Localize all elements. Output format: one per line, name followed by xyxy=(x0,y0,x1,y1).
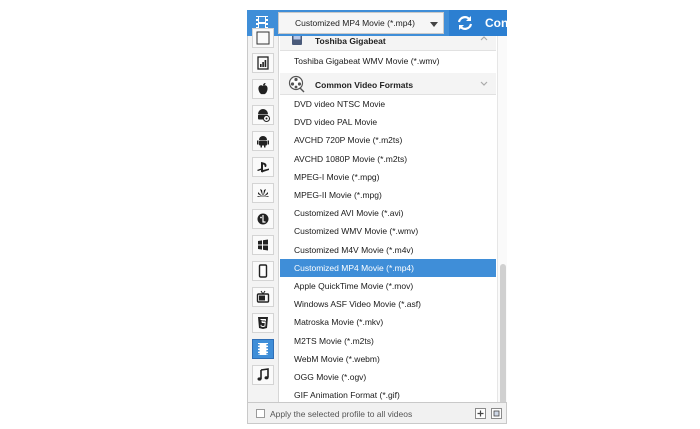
chart-icon[interactable] xyxy=(252,53,274,73)
top-bar: Customized MP4 Movie (*.mp4) Conv xyxy=(247,10,507,36)
apply-all-checkbox[interactable] xyxy=(256,409,265,418)
profile-item[interactable]: WebM Movie (*.webm) xyxy=(280,350,496,368)
profile-item-label: Toshiba Gigabeat WMV Movie (*.wmv) xyxy=(294,56,440,66)
chevron-up-icon xyxy=(480,36,488,41)
device-sidebar xyxy=(248,28,279,407)
scrollbar-thumb[interactable] xyxy=(500,264,506,406)
profile-item-label: GIF Animation Format (*.gif) xyxy=(294,390,400,401)
profile-item-label: Windows ASF Video Movie (*.asf) xyxy=(294,299,421,310)
profile-item-label: Customized M4V Movie (*.m4v) xyxy=(294,244,414,255)
footer-bar: Apply the selected profile to all videos xyxy=(247,402,507,424)
profile-item[interactable]: Customized AVI Movie (*.avi) xyxy=(280,204,496,222)
edit-profile-icon[interactable] xyxy=(491,408,502,419)
profile-panel: Customized MP4 Movie (*.mp4) Conv xyxy=(247,10,507,424)
profile-item-label: Customized MP4 Movie (*.mp4) xyxy=(294,262,414,273)
profile-item[interactable]: Customized M4V Movie (*.m4v) xyxy=(280,241,496,259)
profile-item[interactable]: MPEG-I Movie (*.mpg) xyxy=(280,168,496,186)
profile-item[interactable]: Apple QuickTime Movie (*.mov) xyxy=(280,277,496,295)
profile-item[interactable]: AVCHD 720P Movie (*.m2ts) xyxy=(280,131,496,149)
group-label: Toshiba Gigabeat xyxy=(315,36,386,46)
lg-icon[interactable] xyxy=(252,209,274,229)
selected-profile-text: Customized MP4 Movie (*.mp4) xyxy=(295,18,415,28)
profile-item[interactable]: DVD video PAL Movie xyxy=(280,113,496,131)
android-icon[interactable] xyxy=(252,131,274,151)
profile-item[interactable]: DVD video NTSC Movie xyxy=(280,95,496,113)
windows-icon[interactable] xyxy=(252,235,274,255)
profile-item-label: Matroska Movie (*.mkv) xyxy=(294,317,384,328)
profile-item-label: Apple QuickTime Movie (*.mov) xyxy=(294,281,414,291)
profile-item[interactable]: M2TS Movie (*.m2ts) xyxy=(280,332,496,350)
chevron-down-icon xyxy=(480,81,488,86)
scrollbar[interactable] xyxy=(497,36,507,407)
profile-item-label: AVCHD 720P Movie (*.m2ts) xyxy=(294,135,403,146)
video-icon[interactable] xyxy=(252,339,274,359)
dropdown-arrow-icon xyxy=(430,22,438,27)
html5-icon[interactable] xyxy=(252,313,274,333)
profile-item-label: MPEG-II Movie (*.mpg) xyxy=(294,190,382,200)
group-header-common-video[interactable]: Common Video Formats xyxy=(280,73,496,95)
add-profile-icon[interactable] xyxy=(475,408,486,419)
profile-item-label: Customized WMV Movie (*.wmv) xyxy=(294,226,419,237)
convert-label: Conv xyxy=(485,16,507,30)
profile-item-label: Customized AVI Movie (*.avi) xyxy=(294,208,404,219)
profile-dropdown[interactable]: Customized MP4 Movie (*.mp4) xyxy=(278,12,444,34)
music-icon[interactable] xyxy=(252,365,274,385)
profile-item[interactable]: Windows ASF Video Movie (*.asf) xyxy=(280,295,496,313)
profile-item-label: M2TS Movie (*.m2ts) xyxy=(294,335,374,346)
profile-item[interactable]: AVCHD 1080P Movie (*.m2ts) xyxy=(280,150,496,168)
profile-item-label: DVD video NTSC Movie xyxy=(294,99,386,109)
profile-body: Toshiba Gigabeat Toshiba Gigabeat WMV Mo… xyxy=(247,28,507,408)
phone-icon[interactable] xyxy=(252,261,274,281)
profile-item-label: OGG Movie (*.ogv) xyxy=(294,372,367,382)
group-header-toshiba[interactable]: Toshiba Gigabeat xyxy=(280,36,496,51)
apply-all-label: Apply the selected profile to all videos xyxy=(270,409,413,419)
chart-icon[interactable] xyxy=(252,28,274,48)
profile-item[interactable]: MPEG-II Movie (*.mpg) xyxy=(280,186,496,204)
tv-icon[interactable] xyxy=(252,287,274,307)
profile-item[interactable]: Matroska Movie (*.mkv) xyxy=(280,313,496,331)
profile-item-selected[interactable]: Customized MP4 Movie (*.mp4) xyxy=(280,258,496,277)
profile-item-label: MPEG-I Movie (*.mpg) xyxy=(294,171,380,182)
profile-item[interactable]: OGG Movie (*.ogv) xyxy=(280,368,496,386)
huawei-icon[interactable] xyxy=(252,183,274,203)
playstation-icon[interactable] xyxy=(252,157,274,177)
profile-item-label: WebM Movie (*.webm) xyxy=(294,353,380,364)
profile-item[interactable]: Customized WMV Movie (*.wmv) xyxy=(280,222,496,240)
apple-icon[interactable] xyxy=(252,79,274,99)
profile-item[interactable]: Toshiba Gigabeat WMV Movie (*.wmv) xyxy=(280,52,496,70)
refresh-icon xyxy=(457,16,473,30)
convert-button[interactable]: Conv xyxy=(449,10,507,36)
group-label: Common Video Formats xyxy=(315,80,414,90)
profile-item-label: AVCHD 1080P Movie (*.m2ts) xyxy=(294,153,408,164)
toshiba-device-icon xyxy=(292,36,302,45)
profile-list: Toshiba Gigabeat Toshiba Gigabeat WMV Mo… xyxy=(280,36,496,407)
android-settings-icon[interactable] xyxy=(252,105,274,125)
profile-item-label: DVD video PAL Movie xyxy=(294,117,378,128)
film-reel-icon xyxy=(288,75,305,93)
